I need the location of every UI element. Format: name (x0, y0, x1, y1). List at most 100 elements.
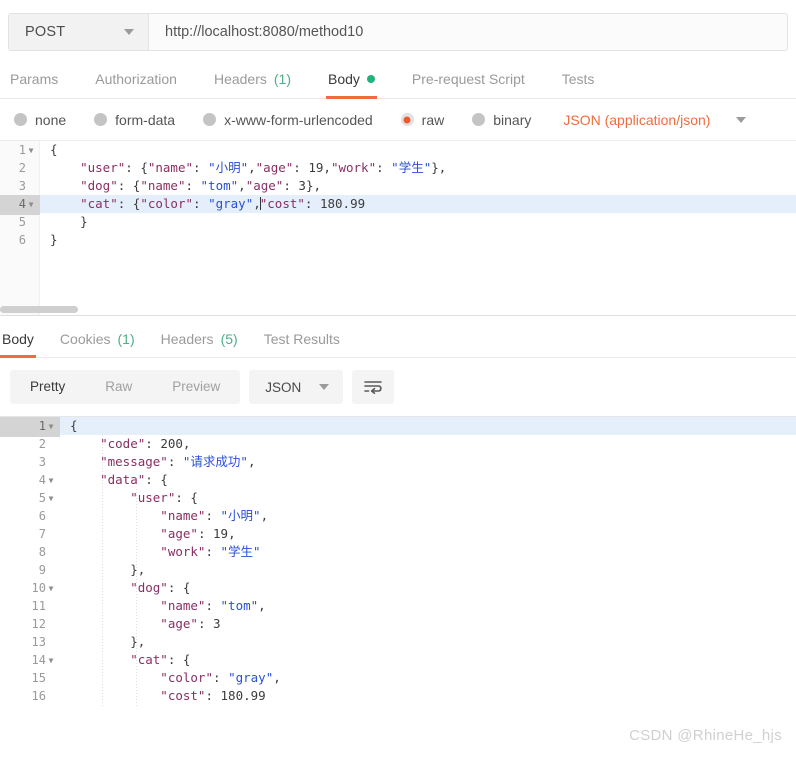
url-input[interactable]: http://localhost:8080/method10 (148, 12, 788, 51)
line-number: 10 ▼ (0, 579, 60, 599)
fold-arrow-icon[interactable]: ▼ (26, 196, 36, 214)
line-number: 11▼ (31, 599, 46, 613)
line-number: 6▼ (38, 509, 46, 523)
content-type-dropdown[interactable]: JSON (application/json) (563, 111, 747, 128)
chevron-down-icon (319, 384, 330, 390)
request-tab-authorization[interactable]: Authorization (95, 71, 177, 98)
fold-arrow-icon[interactable]: ▼ (46, 472, 56, 490)
tab-label: Params (10, 71, 59, 87)
request-tab-body[interactable]: Body (326, 71, 377, 99)
http-method-dropdown[interactable]: POST (8, 12, 148, 51)
radio-button-icon[interactable] (472, 113, 486, 126)
response-toolbar: Pretty Raw Preview JSON (0, 358, 796, 416)
radio-button-icon[interactable] (400, 113, 414, 126)
line-number: 15▼ (31, 671, 46, 685)
radio-button-icon[interactable] (94, 113, 108, 126)
line-number: 4 ▼ (0, 195, 40, 215)
response-tab-body[interactable]: Body (0, 331, 36, 358)
tab-label: Headers (160, 331, 214, 347)
code-text: "age": 19, (70, 526, 236, 541)
code-text: }, (70, 634, 146, 649)
body-type-form-data[interactable]: form-data (94, 112, 175, 128)
code-line: 1 ▼ { (0, 417, 796, 437)
code-line: 14 ▼ "cat": { (0, 651, 796, 669)
response-view-pretty[interactable]: Pretty (10, 370, 85, 404)
code-line: 16▼ "cost": 180.99 (0, 687, 796, 705)
code-text: "work": "学生" (70, 544, 261, 559)
tab-count-badge: (1) (117, 331, 135, 347)
content-type-label: JSON (application/json) (563, 111, 711, 128)
code-text: "name": "tom", (70, 598, 266, 613)
body-type-label: binary (493, 111, 532, 128)
code-text: } (50, 232, 58, 247)
code-text: "cat": { (70, 652, 191, 667)
code-text: } (50, 214, 88, 229)
tab-count-badge: (5) (220, 331, 238, 347)
response-tab-test-results[interactable]: Test Results (264, 331, 340, 357)
body-type-none[interactable]: none (14, 112, 66, 128)
tab-label: Body (328, 71, 360, 87)
body-type-raw[interactable]: raw (400, 112, 444, 128)
line-number: 5▼ (18, 215, 26, 229)
line-number: 2▼ (18, 161, 26, 175)
code-text: "cat": {"color": "gray","cost": 180.99 (50, 196, 366, 211)
request-tab-params[interactable]: Params (10, 71, 58, 98)
response-body-editor[interactable]: 1▼{2▼ "code": 200,3▼ "message": "请求成功",4… (0, 416, 796, 706)
response-format-dropdown[interactable]: JSON (249, 370, 344, 404)
code-line: 9▼ }, (0, 561, 796, 579)
request-tab-tests[interactable]: Tests (562, 71, 595, 98)
response-tab-cookies[interactable]: Cookies (1) (60, 331, 135, 357)
code-line: 10 ▼ "dog": { (0, 579, 796, 597)
line-number: 12▼ (31, 617, 46, 631)
line-number: 13▼ (31, 635, 46, 649)
body-type-label: form-data (115, 111, 176, 128)
response-format-label: JSON (265, 379, 302, 395)
code-text: { (50, 142, 58, 157)
body-type-binary[interactable]: binary (472, 112, 531, 128)
response-tab-bar: Body Cookies (1) Headers (5) Test Results (0, 316, 796, 358)
body-type-x-www-form-urlencoded[interactable]: x-www-form-urlencoded (203, 112, 373, 128)
request-body-editor[interactable]: 1▼ {2▼ "user": {"name": "小明","age": 19,"w… (0, 141, 796, 316)
response-tab-headers[interactable]: Headers (5) (161, 331, 238, 357)
code-text: "data": { (70, 472, 168, 487)
body-type-radio-row: none form-data x-www-form-urlencoded raw bin… (0, 99, 796, 141)
code-text: "message": "请求成功", (70, 454, 256, 469)
tab-count-badge: (1) (273, 71, 291, 87)
code-line: 6▼ "name": "小明", (0, 507, 796, 525)
line-number: 5▼ (0, 489, 60, 509)
watermark: CSDN @RhineHe_hjs (629, 727, 782, 744)
code-line: 6▼} (0, 231, 796, 249)
request-url-bar: POST http://localhost:8080/method10 (0, 0, 796, 55)
line-number: 1 ▼ (0, 417, 60, 437)
line-number: 2▼ (38, 437, 46, 451)
code-text: "color": "gray", (70, 670, 281, 685)
response-view-raw[interactable]: Raw (85, 370, 152, 404)
response-view-preview[interactable]: Preview (152, 370, 240, 404)
url-text: http://localhost:8080/method10 (165, 23, 364, 40)
request-tab-pre-request-script[interactable]: Pre-request Script (412, 71, 525, 98)
response-view-switcher: Pretty Raw Preview (10, 370, 241, 404)
tab-label: Authorization (95, 71, 177, 87)
code-text: "dog": { (70, 580, 191, 595)
radio-button-icon[interactable] (14, 113, 27, 126)
fold-arrow-icon[interactable]: ▼ (46, 418, 56, 436)
fold-arrow-icon[interactable]: ▼ (46, 652, 56, 670)
line-number: 6▼ (18, 233, 26, 247)
line-number: 3▼ (38, 455, 46, 469)
code-line: 8▼ "work": "学生" (0, 543, 796, 561)
request-tab-bar: Params Authorization Headers (1) Body Pre-req… (0, 55, 796, 99)
word-wrap-button[interactable] (352, 370, 395, 404)
radio-button-icon[interactable] (203, 113, 217, 126)
request-tab-headers[interactable]: Headers (1) (214, 71, 291, 98)
fold-arrow-icon[interactable]: ▼ (46, 490, 56, 508)
tab-label: Tests (561, 71, 595, 87)
code-line: 7▼ "age": 19, (0, 525, 796, 543)
line-number: 16▼ (31, 689, 46, 703)
request-editor-horizontal-scrollbar[interactable] (0, 306, 78, 313)
fold-arrow-icon[interactable]: ▼ (46, 580, 56, 598)
tab-label: Cookies (59, 331, 111, 347)
fold-arrow-icon[interactable]: ▼ (26, 142, 36, 160)
code-line: 2▼ "code": 200, (0, 435, 796, 453)
line-number: 7▼ (38, 527, 46, 541)
code-text: "dog": {"name": "tom","age": 3}, (50, 178, 321, 193)
